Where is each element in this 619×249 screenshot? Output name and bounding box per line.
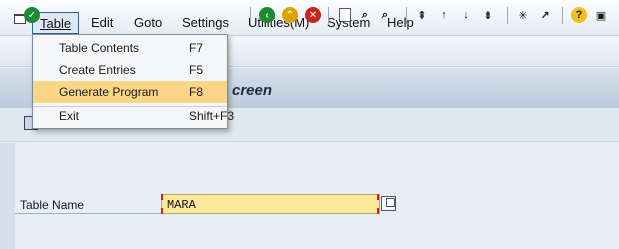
required-marker: [377, 194, 380, 200]
menu-item-label: Create Entries: [59, 63, 136, 77]
menu-item-table-contents[interactable]: Table Contents F7: [33, 37, 227, 59]
page-title: creen: [232, 82, 273, 99]
label-underline: [15, 213, 161, 214]
print-icon[interactable]: [337, 7, 353, 23]
menu-item-label: Exit: [59, 109, 80, 123]
menu-item-generate-program[interactable]: Generate Program F8: [33, 81, 227, 103]
toolbar-separator: [406, 7, 407, 24]
toolbar-separator: [507, 7, 508, 24]
back-icon[interactable]: ‹: [259, 7, 275, 23]
menu-item-create-entries[interactable]: Create Entries F5: [33, 59, 227, 81]
required-marker: [161, 194, 164, 200]
menu-goto[interactable]: Goto: [134, 15, 162, 31]
menu-item-exit[interactable]: Exit Shift+F3: [33, 105, 234, 127]
menu-item-label: Generate Program: [59, 85, 159, 99]
menu-utilities[interactable]: Utilities(M): [248, 15, 309, 31]
search-help-icon[interactable]: [381, 196, 396, 211]
menu-item-shortcut: F8: [189, 85, 204, 99]
menu-item-shortcut: F7: [189, 41, 204, 55]
enter-icon[interactable]: ✓: [24, 7, 40, 23]
find-icon[interactable]: ⌕: [357, 7, 373, 23]
create-session-icon[interactable]: ✳: [515, 7, 531, 23]
customize-layout-icon[interactable]: ▣: [593, 7, 609, 23]
menu-edit-label: Edit: [91, 15, 114, 30]
menu-settings-label: Settings: [182, 15, 229, 30]
required-marker: [377, 208, 380, 214]
menu-utilities-label: Utilities(M): [248, 15, 310, 30]
menu-item-shortcut: Shift+F3: [189, 109, 235, 123]
find-next-icon[interactable]: ⌕: [377, 7, 393, 23]
table-name-label: Table Name: [20, 198, 85, 212]
required-marker: [161, 208, 164, 214]
exit-icon[interactable]: ⌃: [282, 7, 298, 23]
menu-edit[interactable]: Edit: [91, 15, 113, 31]
menu-item-label: Table Contents: [59, 41, 140, 55]
previous-page-icon[interactable]: ↑: [436, 7, 452, 23]
cancel-icon[interactable]: ✕: [305, 7, 321, 23]
last-page-icon[interactable]: ⇟: [480, 7, 496, 23]
next-page-icon[interactable]: ↓: [458, 7, 474, 23]
help-icon[interactable]: ?: [571, 7, 587, 23]
menu-table-label: Table: [40, 16, 72, 31]
left-border: [0, 143, 15, 249]
menu-goto-label: Goto: [134, 15, 163, 30]
menu-settings[interactable]: Settings: [182, 15, 229, 31]
shortcut-icon[interactable]: ↗: [537, 7, 553, 23]
toolbar-separator: [328, 7, 329, 24]
toolbar-separator: [562, 7, 563, 24]
first-page-icon[interactable]: ⇞: [414, 7, 430, 23]
menu-item-shortcut: F5: [189, 63, 204, 77]
toolbar-separator: [250, 7, 251, 24]
table-name-input[interactable]: MARA: [161, 194, 380, 214]
table-dropdown-menu: Table Contents F7 Create Entries F5 Gene…: [32, 34, 234, 129]
